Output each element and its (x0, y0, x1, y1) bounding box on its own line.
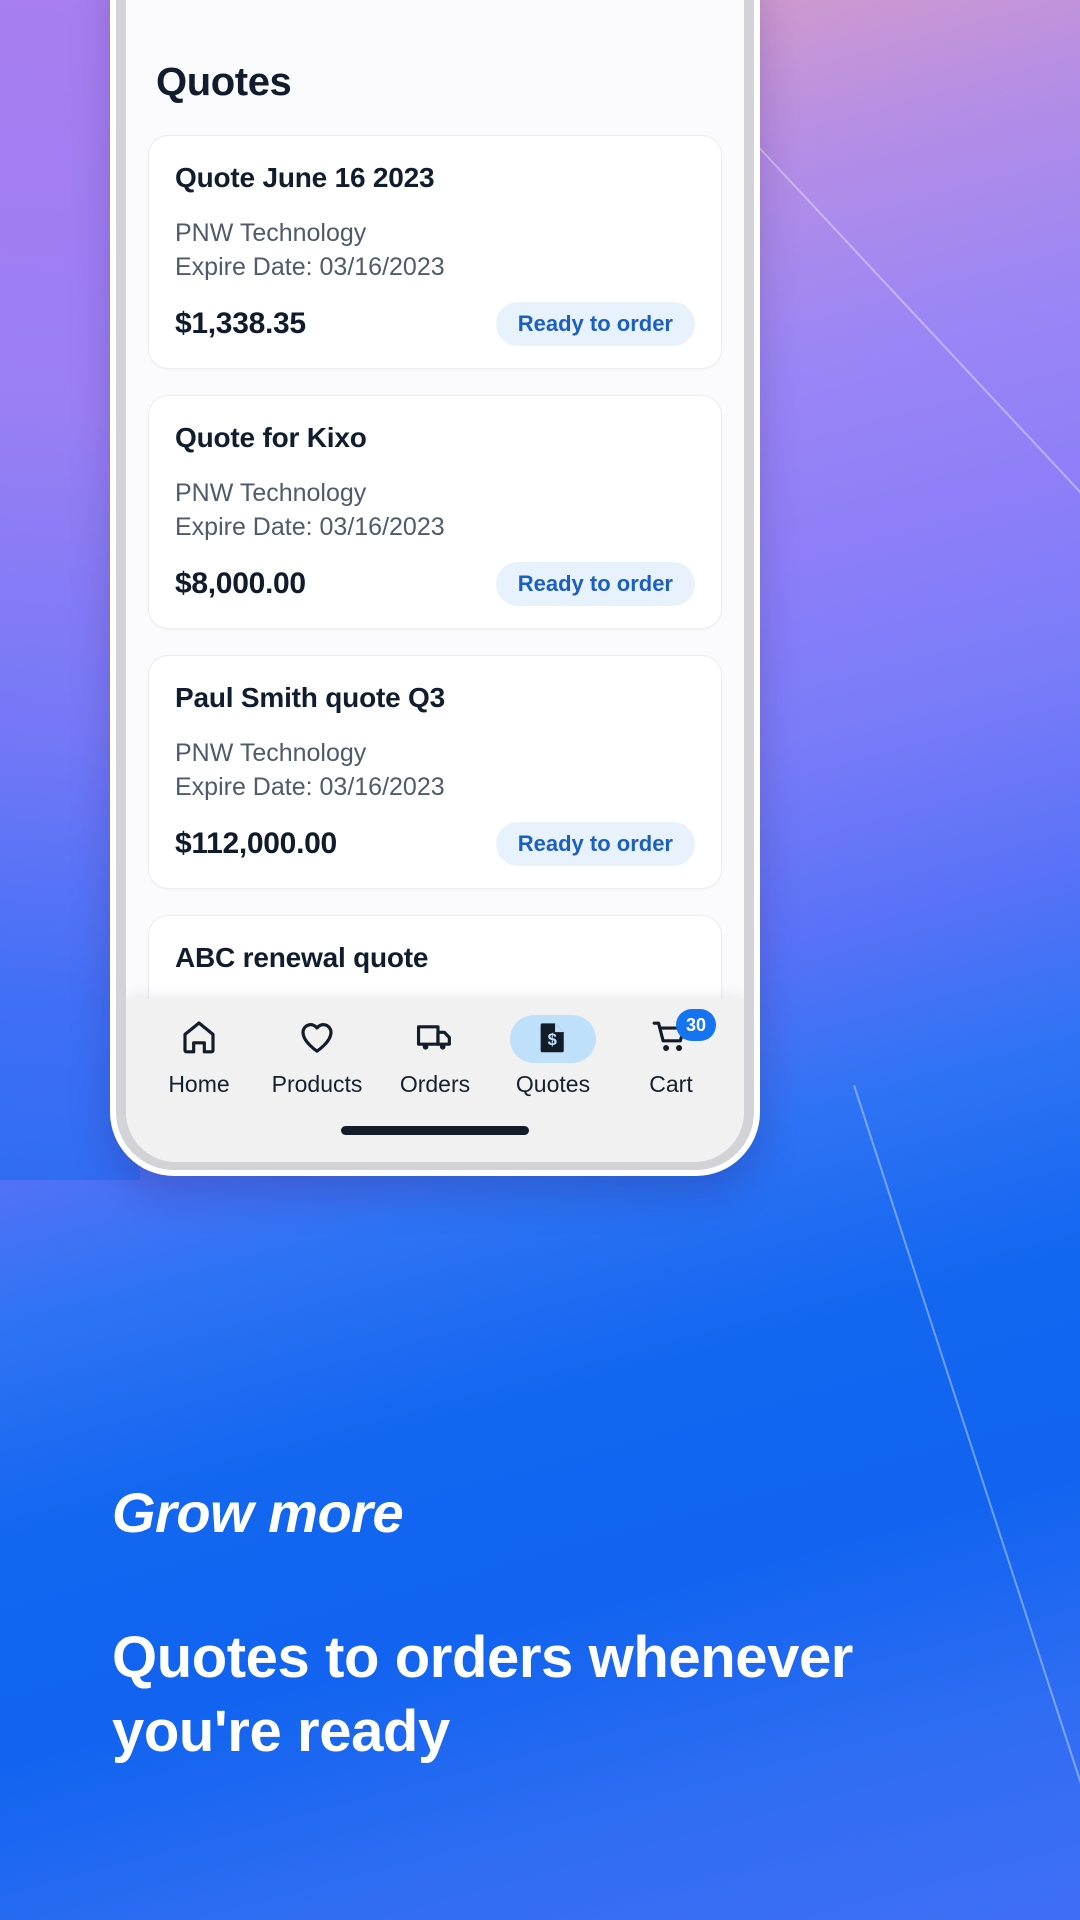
status-badge[interactable]: Ready to order (495, 562, 695, 606)
quote-company: PNW Technology (175, 479, 367, 507)
quotes-screen-body: Quotes Quote June 16 2023 PNW Technology… (126, 0, 744, 999)
nav-pill: 30 (628, 1009, 716, 1063)
quote-company: PNW Technology (175, 219, 367, 247)
marketing-headline: Quotes to orders whenever you're ready (112, 1625, 853, 1765)
marketing-eyebrow: Grow more (112, 1481, 404, 1544)
quote-name: ABC renewal quote (175, 942, 429, 973)
quote-price: $112,000.00 (175, 827, 337, 860)
quote-expire-date: Expire Date: 03/16/2023 (175, 513, 445, 541)
quote-card[interactable]: ABC renewal quote PNW Technology Expire … (148, 915, 722, 999)
nav-pill (274, 1015, 360, 1063)
quote-card[interactable]: Quote June 16 2023 PNW Technology Expire… (148, 135, 722, 369)
home-indicator[interactable] (341, 1125, 529, 1135)
nav-label: Products (271, 1071, 363, 1097)
document-dollar-icon: $ (534, 1018, 572, 1061)
nav-pill-active: $ (510, 1015, 596, 1063)
phone-bezel: Quotes Quote June 16 2023 PNW Technology… (116, 0, 754, 1170)
cart-count-badge: 30 (676, 1009, 716, 1041)
phone-screen: Quotes Quote June 16 2023 PNW Technology… (126, 0, 744, 1162)
heart-icon (297, 1017, 337, 1062)
quote-card-footer: $112,000.00 Ready to order (175, 822, 695, 866)
status-badge[interactable]: Ready to order (495, 822, 695, 866)
quote-expire-date: Expire Date: 03/16/2023 (175, 773, 445, 801)
nav-pill (156, 1015, 242, 1063)
quote-name: Paul Smith quote Q3 (175, 682, 446, 713)
quote-card-footer: $1,338.35 Ready to order (175, 302, 695, 346)
nav-label: Cart (649, 1071, 693, 1097)
nav-item-home[interactable]: Home (144, 1015, 254, 1098)
decorative-diagonal-line-1 (755, 144, 1080, 701)
quote-card[interactable]: Quote for Kixo PNW Technology Expire Dat… (148, 395, 722, 629)
status-badge[interactable]: Ready to order (495, 302, 695, 346)
svg-text:$: $ (548, 1029, 557, 1048)
quote-price: $8,000.00 (175, 567, 306, 600)
quote-card-footer: $8,000.00 Ready to order (175, 562, 695, 606)
nav-item-quotes[interactable]: $ Quotes (498, 1015, 608, 1098)
truck-icon (414, 1016, 456, 1063)
home-icon (179, 1017, 219, 1062)
quote-company: PNW Technology (175, 739, 367, 767)
page-title: Quotes (156, 60, 292, 104)
bottom-nav-row: Home Products Orders $ Quotes 30 Cart (140, 1009, 730, 1098)
quote-price: $1,338.35 (175, 307, 306, 340)
nav-label: Orders (399, 1071, 471, 1097)
nav-label: Quotes (515, 1071, 591, 1097)
nav-pill (392, 1015, 478, 1063)
quote-expire-date: Expire Date: 03/16/2023 (175, 253, 445, 281)
nav-label: Home (168, 1071, 230, 1097)
nav-item-products[interactable]: Products (262, 1015, 372, 1098)
home-indicator-area (140, 1098, 730, 1162)
nav-item-orders[interactable]: Orders (380, 1015, 490, 1098)
bottom-navigation-bar: Home Products Orders $ Quotes 30 Cart (126, 999, 744, 1162)
phone-mockup: Quotes Quote June 16 2023 PNW Technology… (110, 0, 760, 1176)
marketing-copy: Grow more Quotes to orders whenever you'… (112, 1480, 992, 1769)
quote-card[interactable]: Paul Smith quote Q3 PNW Technology Expir… (148, 655, 722, 889)
nav-item-cart[interactable]: 30 Cart (616, 1009, 726, 1098)
quote-name: Quote June 16 2023 (175, 162, 435, 193)
quote-name: Quote for Kixo (175, 422, 367, 453)
